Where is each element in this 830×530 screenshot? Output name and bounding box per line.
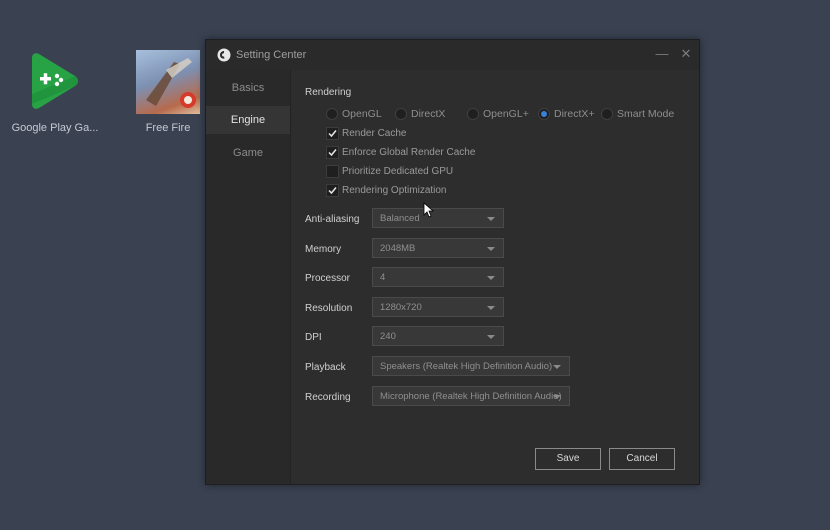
free-fire-icon: [136, 50, 200, 114]
title-bar[interactable]: Setting Center — ✕: [206, 40, 699, 70]
checkbox-box: [326, 146, 339, 159]
dialog-title: Setting Center: [236, 49, 307, 61]
chevron-down-icon: [487, 247, 495, 251]
sidebar-item-game[interactable]: Game: [206, 139, 290, 167]
radio-dot: [326, 108, 338, 121]
recording-label: Recording: [305, 392, 351, 403]
minimize-button[interactable]: —: [654, 46, 670, 62]
sidebar-item-engine[interactable]: Engine: [206, 106, 290, 134]
setting-center-dialog: Setting Center — ✕ Basics Engine Game Re…: [205, 39, 700, 485]
anti-aliasing-select[interactable]: Balanced: [372, 208, 504, 228]
checkbox-box: [326, 165, 339, 178]
select-value: Microphone (Realtek High Definition Audi…: [380, 391, 562, 402]
radio-dot: [395, 108, 407, 121]
radio-dot: [467, 108, 479, 121]
select-value: 2048MB: [380, 243, 416, 254]
radio-label: DirectX: [411, 108, 446, 121]
playback-select[interactable]: Speakers (Realtek High Definition Audio): [372, 356, 570, 376]
resolution-label: Resolution: [305, 303, 353, 314]
memory-label: Memory: [305, 244, 342, 255]
shortcut-label: Google Play Ga...: [11, 122, 99, 134]
chevron-down-icon: [487, 276, 495, 280]
chevron-down-icon: [487, 306, 495, 310]
checkbox-box: [326, 184, 339, 197]
checkbox-label: Enforce Global Render Cache: [342, 147, 476, 158]
checkbox-label: Render Cache: [342, 128, 407, 139]
settings-sidebar: Basics Engine Game: [206, 70, 291, 484]
select-value: 1280x720: [380, 302, 422, 313]
checkbox-render-cache[interactable]: Render Cache: [326, 127, 406, 141]
radio-dot: [538, 108, 550, 121]
cancel-button[interactable]: Cancel: [609, 448, 675, 470]
checkbox-enforce-global-render-cache[interactable]: Enforce Global Render Cache: [326, 146, 475, 160]
radio-directx-plus[interactable]: DirectX+: [538, 108, 595, 122]
resolution-select[interactable]: 1280x720: [372, 297, 504, 317]
checkbox-label: Prioritize Dedicated GPU: [342, 166, 454, 177]
select-value: Balanced: [380, 213, 420, 224]
radio-opengl-plus[interactable]: OpenGL+: [467, 108, 529, 122]
select-value: Speakers (Realtek High Definition Audio): [380, 361, 553, 372]
save-button[interactable]: Save: [535, 448, 601, 470]
select-value: 4: [380, 272, 386, 283]
chevron-down-icon: [553, 365, 561, 369]
checkbox-label: Rendering Optimization: [342, 185, 447, 196]
recording-select[interactable]: Microphone (Realtek High Definition Audi…: [372, 386, 570, 406]
radio-dot: [601, 108, 613, 121]
radio-label: OpenGL: [342, 108, 382, 121]
playback-label: Playback: [305, 362, 346, 373]
rendering-section-title: Rendering: [305, 87, 352, 98]
radio-smart-mode[interactable]: Smart Mode: [601, 108, 674, 122]
mouse-cursor-icon: [423, 202, 435, 223]
google-play-games-shortcut[interactable]: Google Play Ga...: [0, 50, 110, 134]
anti-aliasing-label: Anti-aliasing: [305, 214, 360, 225]
checkbox-rendering-optimization[interactable]: Rendering Optimization: [326, 184, 447, 198]
radio-label: Smart Mode: [617, 108, 675, 121]
radio-opengl[interactable]: OpenGL: [326, 108, 382, 122]
google-play-games-icon: [23, 50, 87, 114]
radio-label: DirectX+: [554, 108, 595, 121]
radio-label: OpenGL+: [483, 108, 529, 121]
memory-select[interactable]: 2048MB: [372, 238, 504, 258]
processor-label: Processor: [305, 273, 351, 284]
checkbox-box: [326, 127, 339, 140]
chevron-down-icon: [487, 217, 495, 221]
engine-settings-panel: Rendering OpenGL DirectX OpenGL+ DirectX…: [291, 70, 699, 484]
close-button[interactable]: ✕: [678, 46, 694, 62]
app-logo-icon: [217, 48, 231, 62]
checkbox-prioritize-dedicated-gpu[interactable]: Prioritize Dedicated GPU: [326, 165, 453, 179]
chevron-down-icon: [487, 335, 495, 339]
dpi-select[interactable]: 240: [372, 326, 504, 346]
processor-select[interactable]: 4: [372, 267, 504, 287]
chevron-down-icon: [553, 395, 561, 399]
sidebar-item-basics[interactable]: Basics: [206, 74, 290, 102]
dpi-label: DPI: [305, 332, 322, 343]
radio-directx[interactable]: DirectX: [395, 108, 445, 122]
select-value: 240: [380, 331, 396, 342]
